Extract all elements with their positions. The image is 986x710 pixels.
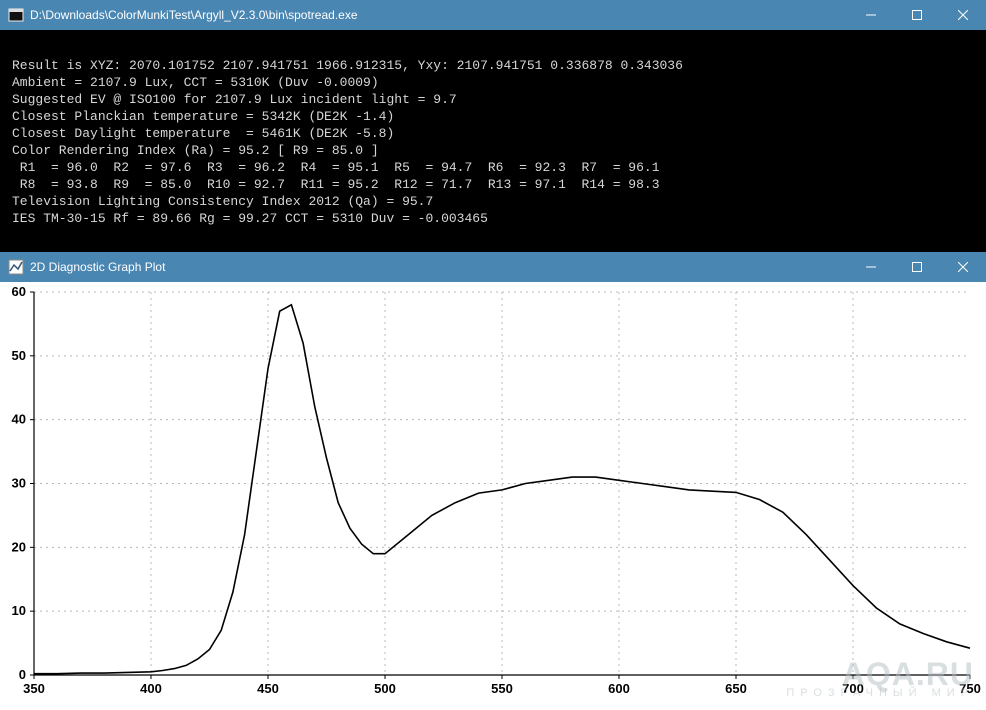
svg-text:650: 650 <box>725 681 747 696</box>
svg-text:450: 450 <box>257 681 279 696</box>
console-window: D:\Downloads\ColorMunkiTest\Argyll_V2.3.… <box>0 0 986 252</box>
svg-text:350: 350 <box>23 681 45 696</box>
svg-text:50: 50 <box>12 348 26 363</box>
svg-text:500: 500 <box>374 681 396 696</box>
spectral-chart: 0 10 20 30 40 50 60 350 400 450 500 550 600 650 700 750 <box>0 282 986 705</box>
svg-text:550: 550 <box>491 681 513 696</box>
app-icon <box>8 259 24 275</box>
plot-titlebar[interactable]: 2D Diagnostic Graph Plot <box>0 252 986 282</box>
svg-text:40: 40 <box>12 412 26 427</box>
svg-text:600: 600 <box>608 681 630 696</box>
plot-area: 0 10 20 30 40 50 60 350 400 450 500 550 600 650 700 750… <box>0 282 986 705</box>
svg-text:750: 750 <box>959 681 981 696</box>
svg-text:0: 0 <box>19 667 26 682</box>
minimize-button[interactable] <box>848 0 894 30</box>
svg-text:10: 10 <box>12 603 26 618</box>
svg-text:700: 700 <box>842 681 864 696</box>
plot-window: 2D Diagnostic Graph Plot 0 10 20 30 40 50 60 35… <box>0 252 986 705</box>
minimize-button[interactable] <box>848 252 894 282</box>
plot-title: 2D Diagnostic Graph Plot <box>30 260 848 274</box>
console-titlebar[interactable]: D:\Downloads\ColorMunkiTest\Argyll_V2.3.… <box>0 0 986 30</box>
console-title: D:\Downloads\ColorMunkiTest\Argyll_V2.3.… <box>30 8 848 22</box>
close-button[interactable] <box>940 252 986 282</box>
app-icon <box>8 7 24 23</box>
svg-text:20: 20 <box>12 539 26 554</box>
maximize-button[interactable] <box>894 0 940 30</box>
svg-text:30: 30 <box>12 476 26 491</box>
close-button[interactable] <box>940 0 986 30</box>
svg-text:400: 400 <box>140 681 162 696</box>
console-output: Result is XYZ: 2070.101752 2107.941751 1… <box>0 30 986 252</box>
maximize-button[interactable] <box>894 252 940 282</box>
svg-text:60: 60 <box>12 284 26 299</box>
